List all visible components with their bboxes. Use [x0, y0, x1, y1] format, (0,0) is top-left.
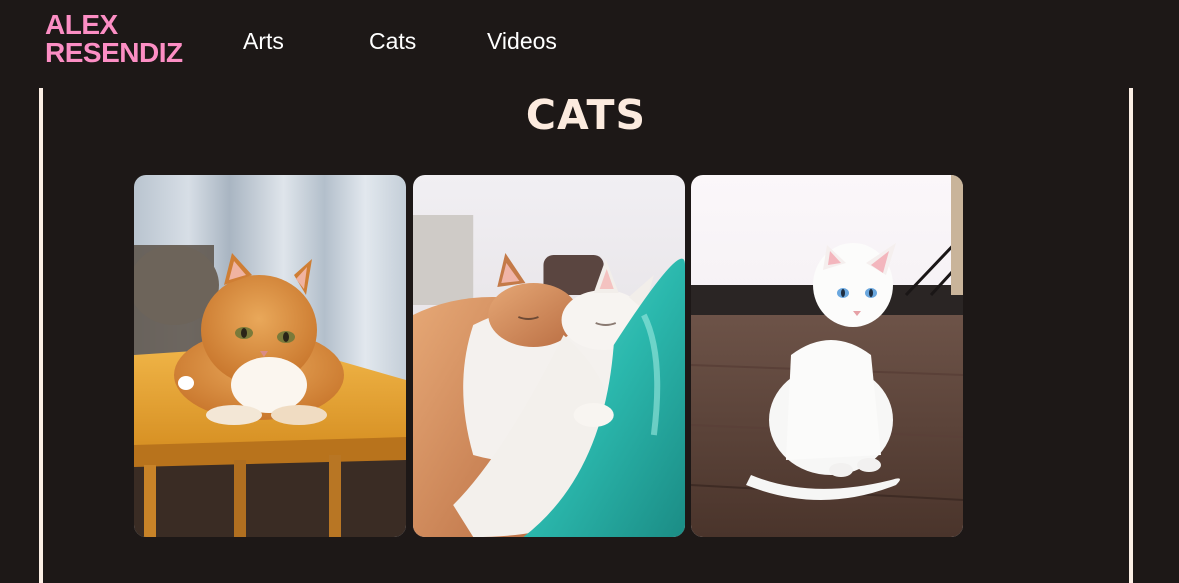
nav-item-cats[interactable]: Cats	[369, 28, 416, 54]
site-logo[interactable]: ALEX RESENDIZ	[45, 11, 183, 67]
nav-item-arts[interactable]: Arts	[243, 28, 284, 54]
page: ALEX RESENDIZ Arts Cats Videos CATS	[0, 0, 1179, 583]
orange-cat-on-chair-image	[134, 175, 406, 537]
frame-border-right	[1129, 88, 1133, 583]
cats-cuddling-image	[413, 175, 685, 537]
nav-item-videos[interactable]: Videos	[487, 28, 557, 54]
logo-line-2: RESENDIZ	[45, 37, 183, 68]
logo-line-1: ALEX	[45, 9, 118, 40]
white-cat-sitting-image	[691, 175, 963, 537]
cat-photo-3	[691, 175, 963, 537]
page-title: CATS	[525, 91, 647, 139]
cat-photo-2	[413, 175, 685, 537]
footer-heading-peek	[494, 572, 502, 583]
frame-border-left	[39, 88, 43, 583]
cat-photo-1	[134, 175, 406, 537]
